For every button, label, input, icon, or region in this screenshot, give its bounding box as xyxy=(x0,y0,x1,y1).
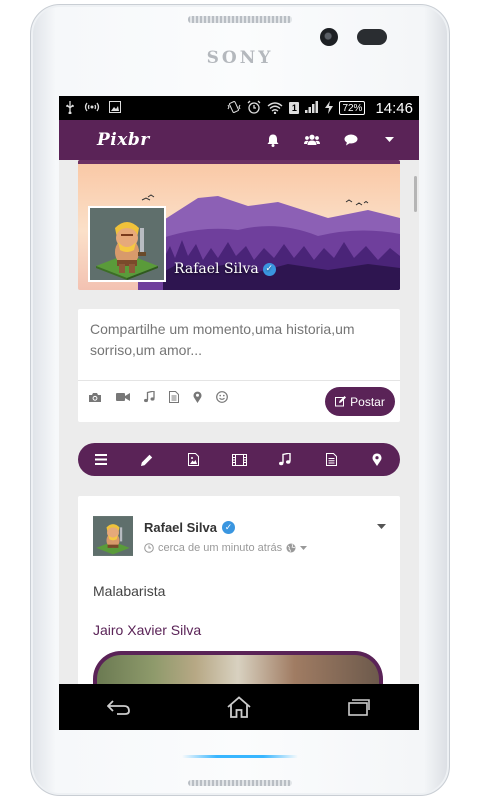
post-meta: cerca de um minuto atrás xyxy=(144,542,308,554)
post-composer: Postar xyxy=(78,309,400,422)
app-logo[interactable]: Pixbr xyxy=(97,130,150,150)
clock-icon xyxy=(144,543,154,553)
composer-tools xyxy=(88,391,228,403)
post-button[interactable]: Postar xyxy=(325,387,395,416)
pencil-icon[interactable] xyxy=(124,443,170,476)
verified-badge-icon: ✓ xyxy=(262,262,276,276)
barbarian-avatar-image xyxy=(90,208,164,280)
post-type-bar xyxy=(78,443,400,476)
video-icon[interactable] xyxy=(116,391,130,403)
top-speaker xyxy=(188,16,292,23)
edit-icon xyxy=(335,396,347,407)
post-card: Rafael Silva ✓ cerca de um minuto atrás … xyxy=(78,496,400,696)
caret-down-icon[interactable] xyxy=(370,120,409,160)
status-bar: 1 72% 14:46 xyxy=(59,96,419,120)
battery-indicator: 72% xyxy=(339,101,366,115)
globe-icon xyxy=(286,543,296,553)
chat-icon[interactable] xyxy=(331,120,370,160)
scrollbar[interactable] xyxy=(414,176,417,212)
proximity-sensor xyxy=(357,29,387,45)
bottom-speaker xyxy=(188,780,292,786)
menu-icon[interactable] xyxy=(78,443,124,476)
sound-wave-icon xyxy=(84,101,100,115)
wifi-icon xyxy=(267,101,283,116)
post-text-input[interactable] xyxy=(78,309,400,381)
location-icon[interactable] xyxy=(193,391,202,403)
post-author-name[interactable]: Rafael Silva xyxy=(144,520,217,535)
home-icon[interactable] xyxy=(209,684,269,730)
alarm-icon xyxy=(247,100,261,116)
post-options-caret-icon[interactable] xyxy=(377,522,386,532)
clock: 14:46 xyxy=(375,99,413,117)
front-camera xyxy=(320,28,338,46)
users-icon[interactable] xyxy=(292,120,331,160)
profile-name[interactable]: Rafael Silva xyxy=(174,261,259,277)
image-icon[interactable] xyxy=(170,443,216,476)
vibrate-icon xyxy=(227,100,241,116)
screen: 1 72% 14:46 Pixbr Rafael Silva ✓ Compart… xyxy=(59,96,419,730)
sim-icon: 1 xyxy=(289,102,300,114)
signal-icon xyxy=(305,101,319,115)
post-button-label: Postar xyxy=(350,394,385,409)
music-icon[interactable] xyxy=(144,391,155,403)
post-timestamp[interactable]: cerca de um minuto atrás xyxy=(158,542,282,554)
image-notification-icon xyxy=(109,101,121,115)
back-icon[interactable] xyxy=(89,684,149,730)
device-brand: SONY xyxy=(206,48,274,68)
bell-icon[interactable] xyxy=(253,120,292,160)
verified-badge-icon: ✓ xyxy=(222,521,235,534)
smile-icon[interactable] xyxy=(216,391,228,403)
location-icon[interactable] xyxy=(354,443,400,476)
post-author-row: Rafael Silva ✓ xyxy=(144,520,235,535)
post-author-avatar[interactable] xyxy=(93,516,133,556)
feed: Rafael Silva ✓ Compartilhe um momento,um… xyxy=(78,160,400,696)
usb-icon xyxy=(65,100,75,116)
document-icon[interactable] xyxy=(169,391,179,403)
document-icon[interactable] xyxy=(308,443,354,476)
profile-avatar[interactable] xyxy=(88,206,166,282)
recent-apps-icon[interactable] xyxy=(329,684,389,730)
privacy-caret-icon[interactable] xyxy=(300,545,308,551)
profile-banner: Rafael Silva ✓ xyxy=(78,160,400,290)
film-icon[interactable] xyxy=(216,443,262,476)
camera-icon[interactable] xyxy=(88,391,102,403)
barbarian-avatar-image xyxy=(93,516,133,556)
app-bar: Pixbr xyxy=(59,120,419,160)
android-nav-bar xyxy=(59,684,419,730)
post-mention-link[interactable]: Jairo Xavier Silva xyxy=(93,622,201,638)
profile-name-row: Rafael Silva ✓ xyxy=(174,261,276,277)
notification-light xyxy=(182,755,298,758)
charging-icon xyxy=(325,100,334,116)
post-text: Malabarista xyxy=(93,583,166,599)
music-icon[interactable] xyxy=(262,443,308,476)
